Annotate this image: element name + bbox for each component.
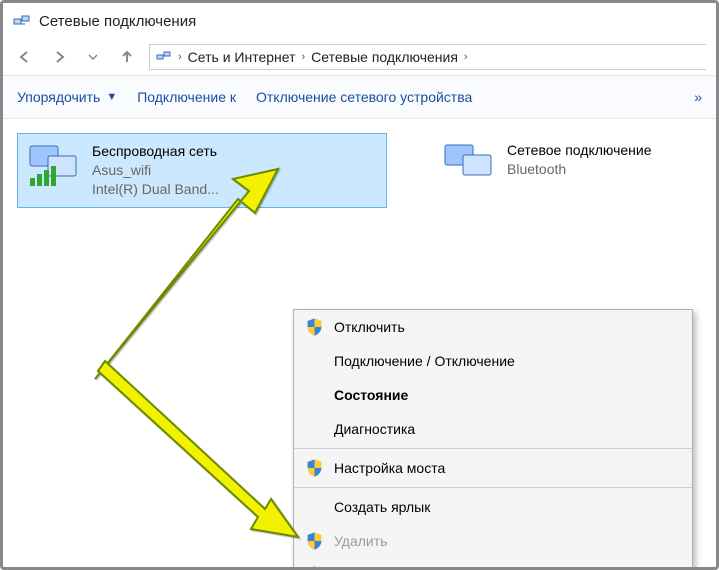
menu-item[interactable]: Подключение / Отключение — [294, 344, 692, 378]
menu-item[interactable]: Отключить — [294, 310, 692, 344]
network-connections-window: Сетевые подключения › Сеть и Интернет › … — [0, 0, 719, 570]
menu-item-label: Отключить — [334, 319, 405, 335]
adapter-bluetooth[interactable]: Сетевое подключение Bluetooth — [433, 133, 713, 200]
shield-icon — [302, 317, 326, 337]
menu-item-label: Диагностика — [334, 421, 415, 437]
adapter-device: Intel(R) Dual Band... — [92, 180, 219, 199]
shield-icon — [302, 565, 326, 570]
menu-item-label: Подключение / Отключение — [334, 353, 515, 369]
menu-separator — [294, 487, 692, 488]
adapter-name: Беспроводная сеть — [92, 142, 219, 161]
adapter-sub: Bluetooth — [507, 160, 652, 179]
chevron-right-icon: › — [464, 51, 468, 63]
command-bar: Упорядочить▼ Подключение к Отключение се… — [3, 75, 716, 119]
menu-item-label: Создать ярлык — [334, 499, 430, 515]
breadcrumb-root[interactable]: Сеть и Интернет — [188, 49, 296, 65]
chevron-right-icon: › — [302, 51, 306, 63]
nav-back-button[interactable] — [13, 45, 37, 69]
menu-item[interactable]: Создать ярлык — [294, 490, 692, 524]
disable-device-button[interactable]: Отключение сетевого устройства — [256, 89, 472, 105]
chevron-down-icon: ▼ — [106, 91, 117, 103]
chevron-right-icon: › — [178, 51, 182, 63]
address-bar[interactable]: › Сеть и Интернет › Сетевые подключения … — [149, 44, 706, 70]
organize-menu[interactable]: Упорядочить▼ — [17, 89, 117, 105]
network-pc-icon — [441, 141, 497, 192]
adapter-name: Сетевое подключение — [507, 141, 652, 160]
network-pc-icon — [26, 142, 82, 199]
connect-to-button[interactable]: Подключение к — [137, 89, 236, 105]
overflow-button[interactable]: » — [694, 89, 702, 105]
breadcrumb-leaf[interactable]: Сетевые подключения — [311, 49, 458, 65]
network-folder-icon — [13, 11, 31, 32]
menu-item[interactable]: Настройка моста — [294, 451, 692, 485]
menu-item[interactable]: Переименовать — [294, 558, 692, 570]
content-area: Беспроводная сеть Asus_wifi Intel(R) Dua… — [3, 119, 716, 567]
network-folder-icon — [156, 48, 172, 67]
nav-recent-chevron-icon[interactable] — [81, 45, 105, 69]
menu-item[interactable]: Диагностика — [294, 412, 692, 446]
nav-up-button[interactable] — [115, 45, 139, 69]
adapter-wireless[interactable]: Беспроводная сеть Asus_wifi Intel(R) Dua… — [17, 133, 387, 208]
menu-item-label: Настройка моста — [334, 460, 445, 476]
context-menu: Отключить Подключение / Отключение Состоян… — [293, 309, 693, 570]
menu-item: Удалить — [294, 524, 692, 558]
shield-icon — [302, 458, 326, 478]
window-title: Сетевые подключения — [39, 13, 196, 30]
nav-forward-button[interactable] — [47, 45, 71, 69]
menu-item[interactable]: Состояние — [294, 378, 692, 412]
menu-item-label: Удалить — [334, 533, 387, 549]
menu-separator — [294, 448, 692, 449]
menu-item-label: Состояние — [334, 387, 408, 403]
titlebar: Сетевые подключения — [3, 3, 716, 39]
shield-icon — [302, 531, 326, 551]
nav-row: › Сеть и Интернет › Сетевые подключения … — [3, 39, 716, 75]
adapter-ssid: Asus_wifi — [92, 161, 219, 180]
